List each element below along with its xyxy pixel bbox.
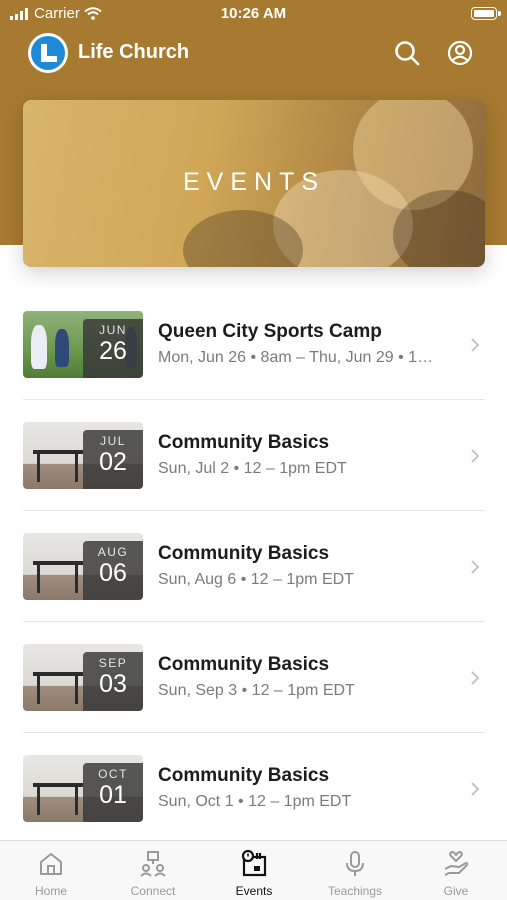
battery-tip xyxy=(498,11,501,16)
search-icon xyxy=(395,41,420,66)
event-title: Community Basics xyxy=(158,432,330,453)
event-date-badge: OCT 01 xyxy=(83,763,143,822)
row-divider xyxy=(23,510,485,511)
event-row[interactable]: JUN 26 Queen City Sports Camp Mon, Jun 2… xyxy=(0,311,507,422)
event-date-badge: JUN 26 xyxy=(83,319,143,378)
home-icon xyxy=(40,853,62,875)
events-icon xyxy=(241,849,267,877)
tab-bar: Home Connect Events Teachings Give xyxy=(0,840,507,900)
event-date-badge: JUL 02 xyxy=(83,430,143,489)
battery-icon xyxy=(471,7,497,20)
tab-label: Teachings xyxy=(327,884,383,898)
row-divider xyxy=(23,399,485,400)
give-icon xyxy=(444,851,469,876)
tab-teachings[interactable]: Teachings xyxy=(304,841,406,900)
event-subtitle: Sun, Aug 6 • 12 – 1pm EDT xyxy=(158,571,354,588)
status-bar: Carrier 10:26 AM xyxy=(0,0,507,30)
event-title: Community Basics xyxy=(158,765,330,786)
event-thumbnail: JUL 02 xyxy=(23,422,143,489)
tab-label: Give xyxy=(443,884,469,898)
chevron-right-icon xyxy=(471,338,480,352)
chevron-right-icon xyxy=(471,449,480,463)
profile-button[interactable] xyxy=(445,38,475,68)
app-title: Life Church xyxy=(78,41,190,63)
event-month: AUG xyxy=(97,545,129,559)
event-month: SEP xyxy=(98,656,128,670)
event-day: 02 xyxy=(99,448,127,476)
event-row[interactable]: AUG 06 Community Basics Sun, Aug 6 • 12 … xyxy=(0,533,507,644)
event-title: Queen City Sports Camp xyxy=(158,321,382,342)
event-day: 03 xyxy=(99,670,127,698)
chevron-right-icon xyxy=(471,560,480,574)
banner-title: EVENTS xyxy=(182,168,326,196)
row-divider xyxy=(23,621,485,622)
tab-connect[interactable]: Connect xyxy=(102,841,204,900)
tab-label: Home xyxy=(34,884,67,898)
tab-label: Events xyxy=(235,884,273,898)
event-subtitle: Sun, Jul 2 • 12 – 1pm EDT xyxy=(158,460,347,477)
search-button[interactable] xyxy=(392,38,422,68)
chevron-right-icon xyxy=(471,782,480,796)
row-divider xyxy=(23,732,485,733)
event-row[interactable]: JUL 02 Community Basics Sun, Jul 2 • 12 … xyxy=(0,422,507,533)
event-row[interactable]: SEP 03 Community Basics Sun, Sep 3 • 12 … xyxy=(0,644,507,755)
tab-label: Connect xyxy=(130,884,176,898)
event-date-badge: AUG 06 xyxy=(83,541,143,600)
event-date-badge: SEP 03 xyxy=(83,652,143,711)
event-day: 26 xyxy=(99,337,127,365)
event-subtitle: Mon, Jun 26 • 8am – Thu, Jun 29 • 1… xyxy=(158,349,434,366)
church-logo-icon xyxy=(28,33,68,73)
event-title: Community Basics xyxy=(158,654,330,675)
event-thumbnail: AUG 06 xyxy=(23,533,143,600)
profile-icon xyxy=(447,40,473,66)
event-month: OCT xyxy=(98,767,128,781)
events-banner: EVENTS xyxy=(23,100,485,267)
event-month: JUL xyxy=(100,434,126,448)
connect-icon xyxy=(140,851,166,877)
event-thumbnail: SEP 03 xyxy=(23,644,143,711)
tab-give[interactable]: Give xyxy=(405,841,507,900)
chevron-right-icon xyxy=(471,671,480,685)
event-title: Community Basics xyxy=(158,543,330,564)
event-thumbnail: JUN 26 xyxy=(23,311,143,378)
event-thumbnail: OCT 01 xyxy=(23,755,143,822)
event-day: 01 xyxy=(99,781,127,809)
event-day: 06 xyxy=(99,559,127,587)
event-month: JUN xyxy=(99,323,127,337)
status-time: 10:26 AM xyxy=(220,5,287,22)
event-subtitle: Sun, Sep 3 • 12 – 1pm EDT xyxy=(158,682,355,699)
tab-events[interactable]: Events xyxy=(203,841,305,900)
app-bar: Life Church xyxy=(0,30,507,76)
tab-home[interactable]: Home xyxy=(0,841,102,900)
event-subtitle: Sun, Oct 1 • 12 – 1pm EDT xyxy=(158,793,352,810)
microphone-icon xyxy=(346,851,364,876)
